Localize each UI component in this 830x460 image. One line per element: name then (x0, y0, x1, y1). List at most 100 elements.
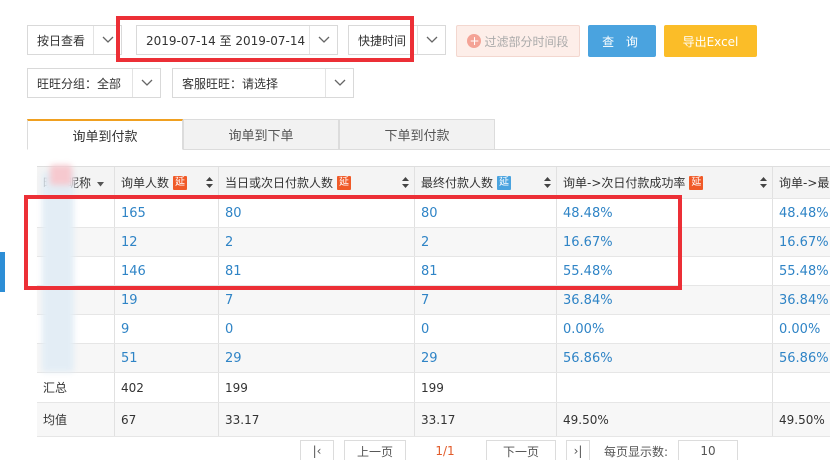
cell-paid-next-day: 80 (219, 199, 415, 227)
export-excel-button[interactable]: 导出Excel (664, 25, 757, 57)
service-placeholder: 请选择 (242, 76, 279, 91)
cell-paid-next-day: 81 (219, 257, 415, 285)
cell-total-label: 汇总 (37, 373, 115, 402)
header-inquiries[interactable]: 询单人数延 (115, 167, 219, 198)
filter-button-label: 过滤部分时间段 (484, 34, 569, 49)
header-final-paid[interactable]: 最终付款人数延 (415, 167, 557, 198)
cell-inquiries: 51 (115, 344, 219, 372)
quick-time-select[interactable]: 快捷时间 (348, 25, 446, 55)
cell-rate-final: 36.84% (779, 292, 829, 308)
per-page-label: 每页显示数: (598, 440, 674, 460)
cell-inquiries: 165 (115, 199, 219, 227)
prev-page-button[interactable]: 上一页 (344, 440, 406, 460)
delay-tag: 延 (337, 175, 352, 190)
cell-inquiries: 9 (115, 315, 219, 343)
cell-paid-next-day: 2 (219, 228, 415, 256)
delay-tag: 延 (497, 175, 512, 190)
cell-final-paid: 29 (415, 344, 557, 372)
cell-final-paid: 2 (415, 228, 557, 256)
redacted-nicknames (42, 172, 74, 372)
cell-paid-next-day: 0 (219, 315, 415, 343)
cell-inquiries: 19 (115, 286, 219, 314)
table-total-row: 汇总 402 199 199 (37, 373, 830, 403)
cell-rate-final: 16.67% (779, 234, 829, 250)
quick-time-value: 快捷时间 (358, 33, 407, 48)
table-row: 9 0 0 0.00% 0.00% (37, 315, 830, 344)
cell-average-rate-next-day: 49.50% (557, 403, 773, 436)
cell-rate-next-day: 55.48% (557, 257, 773, 285)
chevron-down-icon (132, 69, 160, 97)
cell-total-paid-next-day: 199 (219, 373, 415, 402)
sort-icon (760, 177, 767, 191)
header-rate-next-day[interactable]: 询单->次日付款成功率延 (557, 167, 773, 198)
cell-rate-final: 48.48% (779, 205, 829, 221)
cell-final-paid: 0 (415, 315, 557, 343)
cell-final-paid: 81 (415, 257, 557, 285)
cell-total-final-paid: 199 (415, 373, 557, 402)
group-select[interactable]: 旺旺分组：全部 (27, 68, 161, 98)
cell-inquiries: 146 (115, 257, 219, 285)
date-range-select[interactable]: 2019-07-14 至 2019-07-14 (136, 25, 338, 55)
chevron-down-icon (93, 26, 121, 54)
query-button[interactable]: 查 询 (588, 25, 656, 57)
service-select[interactable]: 客服旺旺： 请选择 (172, 68, 354, 98)
cell-rate-next-day: 16.67% (557, 228, 773, 256)
last-page-icon: ›| (573, 444, 583, 458)
period-mode-select[interactable]: 按日查看 (27, 25, 122, 55)
table-row: 12 2 2 16.67% 16.67% (37, 228, 830, 257)
table-row: 165 80 80 48.48% 48.48% (37, 199, 830, 228)
page-info: 1/1 (420, 440, 470, 460)
chevron-down-icon (325, 69, 353, 97)
table-row: 146 81 81 55.48% 55.48% (37, 257, 830, 286)
cell-average-rate-final: 49.50% (779, 412, 825, 427)
redacted-nicknames-tint (50, 165, 72, 185)
delay-tag: 延 (173, 175, 188, 190)
tab-inquiry-to-order[interactable]: 询单到下单 (183, 119, 339, 150)
filter-dropdown-icon (97, 176, 105, 190)
cell-rate-next-day: 36.84% (557, 286, 773, 314)
period-mode-value: 按日查看 (37, 33, 86, 48)
header-paid-next-day[interactable]: 当日或次日付款人数延 (219, 167, 415, 198)
table-header-row: 旺旺昵称 询单人数延 当日或次日付款人数延 最终付款人数延 询单->次日付款成功… (37, 167, 830, 199)
table-row: 19 7 7 36.84% 36.84% (37, 286, 830, 315)
delay-tag: 延 (689, 175, 704, 190)
sort-icon (544, 177, 551, 191)
table-row: 51 29 29 56.86% 56.86% (37, 344, 830, 373)
cell-total-rate-final (773, 373, 830, 402)
side-scroll-indicator (0, 252, 5, 292)
tab-order-to-payment[interactable]: 下单到付款 (339, 119, 495, 150)
cell-rate-next-day: 56.86% (557, 344, 773, 372)
tab-inquiry-to-payment[interactable]: 询单到付款 (27, 119, 183, 150)
cell-rate-next-day: 48.48% (557, 199, 773, 227)
cell-paid-next-day: 29 (219, 344, 415, 372)
cell-total-rate-next-day (557, 373, 773, 402)
plus-circle-icon: + (467, 34, 482, 48)
next-page-button[interactable]: 下一页 (486, 440, 556, 460)
cell-average-inquiries: 67 (115, 403, 219, 436)
last-page-button[interactable]: ›| (566, 440, 590, 460)
chevron-down-icon (417, 26, 445, 54)
per-page-select[interactable]: 10 (678, 440, 738, 460)
cell-final-paid: 80 (415, 199, 557, 227)
sort-icon (402, 177, 409, 191)
cell-final-paid: 7 (415, 286, 557, 314)
cell-average-paid-next-day: 33.17 (219, 403, 415, 436)
cell-paid-next-day: 7 (219, 286, 415, 314)
group-value: 旺旺分组：全部 (37, 76, 122, 91)
cell-average-final-paid: 33.17 (415, 403, 557, 436)
table-average-row: 均值 67 33.17 33.17 49.50% 49.50% (37, 403, 830, 437)
cell-rate-final: 55.48% (779, 263, 829, 279)
cell-average-label: 均值 (37, 403, 115, 436)
data-table: 旺旺昵称 询单人数延 当日或次日付款人数延 最终付款人数延 询单->次日付款成功… (37, 166, 830, 437)
chevron-down-icon (309, 26, 337, 54)
cell-inquiries: 12 (115, 228, 219, 256)
first-page-icon: |‹ (312, 444, 322, 458)
service-label: 客服旺旺： (182, 76, 243, 91)
filter-time-segments-button[interactable]: + 过滤部分时间段 (456, 25, 580, 57)
date-range-value: 2019-07-14 至 2019-07-14 (146, 33, 306, 48)
sort-icon (206, 177, 213, 191)
cell-rate-final: 0.00% (779, 321, 821, 337)
header-rate-final[interactable]: 询单->最 (773, 167, 830, 198)
first-page-button[interactable]: |‹ (300, 440, 334, 460)
cell-rate-final: 56.86% (779, 350, 829, 366)
